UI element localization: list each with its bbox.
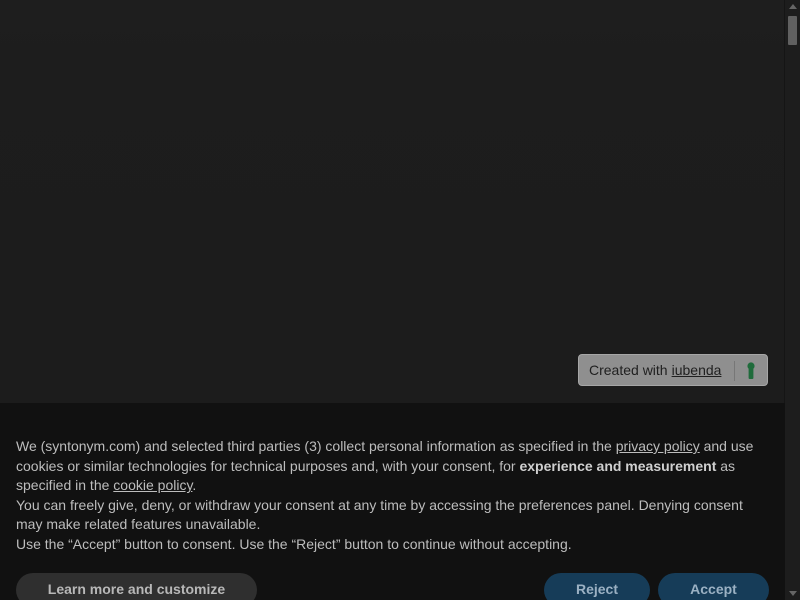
consent-paragraph-2: You can freely give, deny, or withdraw y… bbox=[16, 496, 743, 533]
scrollbar-thumb[interactable] bbox=[788, 16, 797, 45]
learn-more-customize-button[interactable]: Learn more and customize bbox=[16, 573, 257, 600]
scroll-up-arrow-icon[interactable] bbox=[789, 4, 797, 9]
consent-paragraph-1: We (syntonym.com) and selected third par… bbox=[16, 437, 756, 496]
consent-text-part: We (syntonym.com) and selected third par… bbox=[16, 438, 616, 454]
iubenda-link[interactable]: iubenda bbox=[672, 362, 722, 378]
accept-button[interactable]: Accept bbox=[658, 573, 769, 600]
iubenda-badge[interactable]: Created with iubenda bbox=[578, 354, 768, 386]
iubenda-keyhole-icon bbox=[743, 361, 759, 381]
consent-text-part: . bbox=[192, 477, 197, 494]
consent-message: We (syntonym.com) and selected third par… bbox=[16, 437, 756, 555]
vertical-scrollbar[interactable] bbox=[784, 0, 800, 600]
cookie-policy-link[interactable]: cookie policy bbox=[113, 477, 192, 493]
scroll-down-arrow-icon[interactable] bbox=[789, 591, 797, 596]
consent-purpose-bold: experience and measurement bbox=[519, 457, 717, 474]
consent-paragraph-3: Use the “Accept” button to consent. Use … bbox=[16, 535, 572, 552]
reject-button[interactable]: Reject bbox=[544, 573, 650, 600]
iubenda-badge-text: Created with iubenda bbox=[579, 362, 721, 378]
privacy-policy-link[interactable]: privacy policy bbox=[616, 438, 700, 454]
badge-divider bbox=[734, 361, 735, 381]
cookie-consent-banner: We (syntonym.com) and selected third par… bbox=[0, 403, 785, 600]
badge-prefix: Created with bbox=[589, 362, 668, 378]
